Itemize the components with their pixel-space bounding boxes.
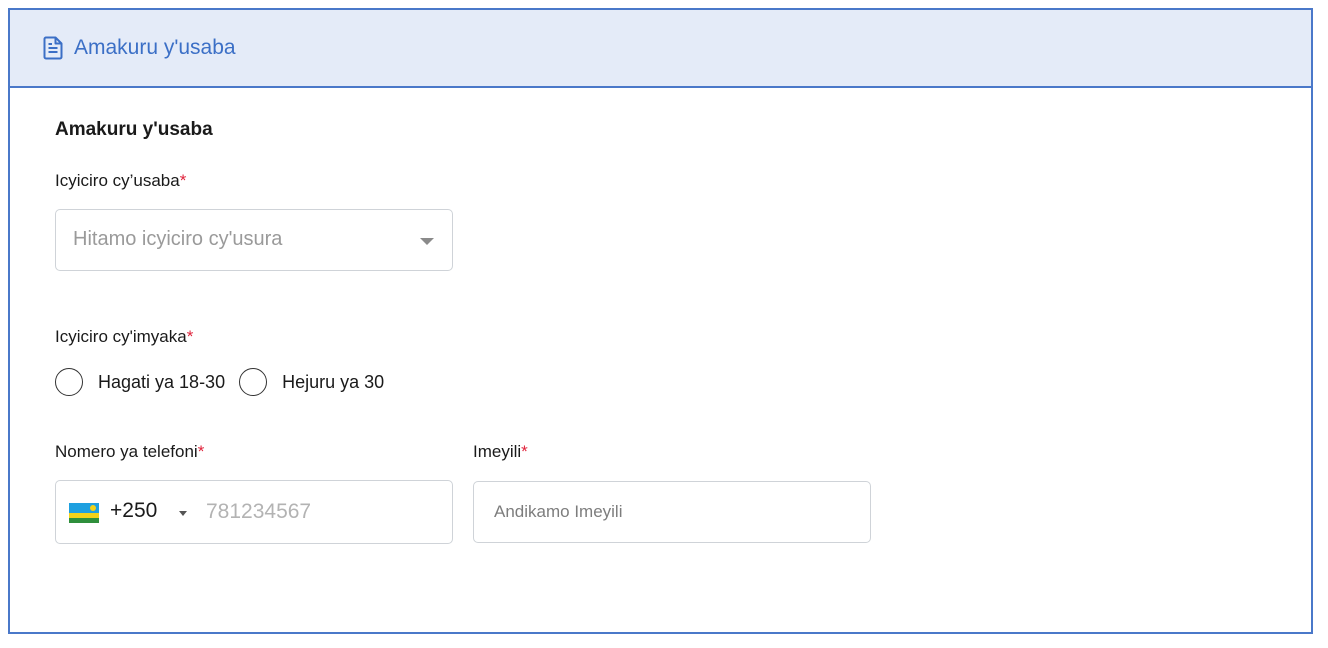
card-header-title: Amakuru y'usaba <box>74 36 236 59</box>
caret-down-icon <box>420 238 434 245</box>
category-label: Icyiciro cy’usaba* <box>55 171 186 191</box>
phone-field: +250 <box>55 480 453 544</box>
rwanda-flag-icon[interactable] <box>69 503 99 523</box>
age-18-30-radio[interactable] <box>55 368 83 396</box>
caret-down-icon[interactable] <box>179 511 187 516</box>
category-label-text: Icyiciro cy’usaba <box>55 171 180 190</box>
email-input[interactable] <box>473 481 871 543</box>
required-mark: * <box>197 442 205 461</box>
required-mark: * <box>521 442 528 461</box>
age-group-label: Icyiciro cy'imyaka* <box>55 327 193 347</box>
required-mark: * <box>179 171 187 190</box>
document-icon <box>43 36 63 60</box>
phone-label-text: Nomero ya telefoni <box>55 442 198 461</box>
email-label-text: Imeyili <box>473 442 522 461</box>
age-group-label-text: Icyiciro cy'imyaka <box>55 327 187 346</box>
applicant-info-card: Amakuru y'usaba Amakuru y'usaba Icyiciro… <box>8 8 1313 634</box>
card-header: Amakuru y'usaba <box>10 10 1311 88</box>
age-over-30-radio[interactable] <box>239 368 268 396</box>
category-select[interactable]: Hitamo icyiciro cy'usura <box>55 209 453 271</box>
email-label: Imeyili* <box>473 442 528 462</box>
age-group-radio-group: Hagati ya 18-30 Hejuru ya 30 <box>55 365 398 399</box>
section-title: Amakuru y'usaba <box>55 119 213 140</box>
age-over-30-label[interactable]: Hejuru ya 30 <box>282 372 384 393</box>
age-18-30-label[interactable]: Hagati ya 18-30 <box>98 372 225 393</box>
required-mark: * <box>186 327 194 346</box>
phone-input[interactable] <box>206 495 436 529</box>
category-select-placeholder: Hitamo icyiciro cy'usura <box>73 228 283 250</box>
dial-code[interactable]: +250 <box>110 499 157 523</box>
phone-label: Nomero ya telefoni* <box>55 442 204 462</box>
